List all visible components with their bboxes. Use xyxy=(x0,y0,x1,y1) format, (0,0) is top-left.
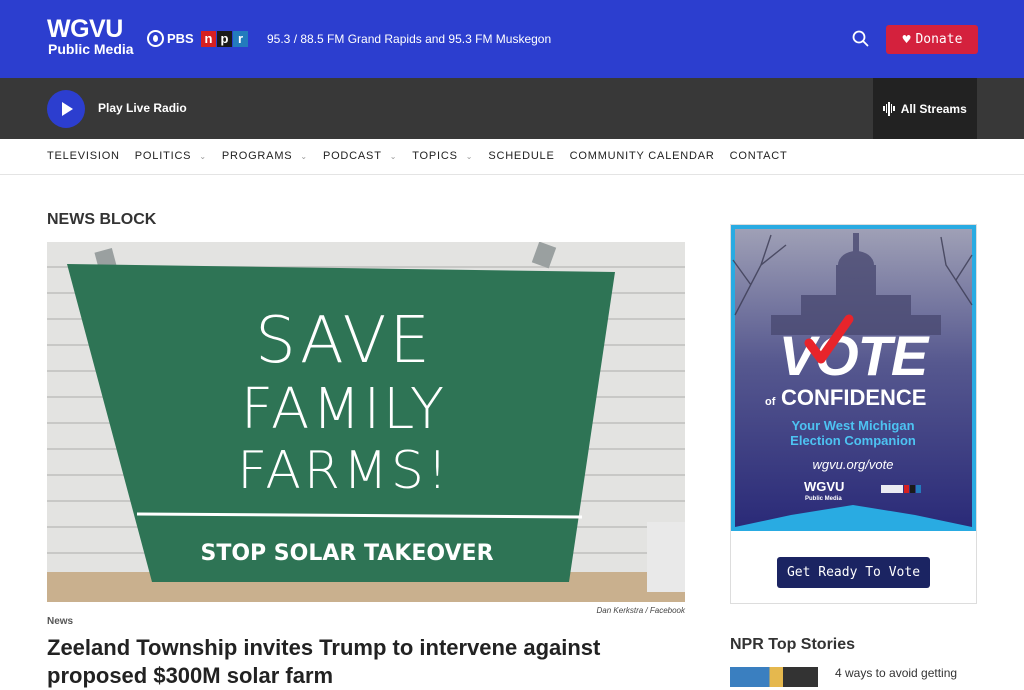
search-icon xyxy=(852,30,869,47)
story-kicker[interactable]: News xyxy=(47,616,73,627)
ad-vote-word: VOTE xyxy=(779,324,930,387)
nav-item-television[interactable]: TELEVISION xyxy=(47,150,120,162)
ad-url: wgvu.org/vote xyxy=(813,457,894,472)
chevron-down-icon: ⌄ xyxy=(389,151,398,161)
logo-sub-text: Public Media xyxy=(48,41,134,57)
site-header: WGVU Public Media PBS n p r 95.3 / 88.5 … xyxy=(0,0,1024,78)
hero-image[interactable]: SAVE FAMILY FARMS! STOP SOLAR TAKEOVER xyxy=(47,242,685,602)
search-button[interactable] xyxy=(851,29,871,49)
section-title: NEWS BLOCK xyxy=(47,211,157,228)
station-tagline: 95.3 / 88.5 FM Grand Rapids and 95.3 FM … xyxy=(267,32,552,46)
sign-line-1: SAVE xyxy=(255,304,433,378)
vote-of-confidence-ad[interactable]: VOTE of CONFIDENCE Your West Michigan El… xyxy=(730,224,977,604)
npr-logo[interactable]: n p r xyxy=(201,31,248,47)
chevron-down-icon: ⌄ xyxy=(465,151,474,161)
logo-main-text: WGVU xyxy=(47,15,123,43)
ad-of-label: of xyxy=(765,396,776,408)
npr-letter-n: n xyxy=(201,31,216,47)
play-live-radio-label[interactable]: Play Live Radio xyxy=(98,101,187,115)
ad-brand-sub: Public Media xyxy=(805,496,842,502)
audio-wave-icon xyxy=(883,101,895,116)
story-headline[interactable]: Zeeland Township invites Trump to interv… xyxy=(47,634,677,690)
sign-line-3: FARMS! xyxy=(237,441,451,501)
pbs-label: PBS xyxy=(167,31,194,46)
live-radio-bar: Play Live Radio All Streams xyxy=(0,78,1024,139)
all-streams-label: All Streams xyxy=(900,101,967,116)
main-nav: TELEVISION POLITICS ⌄ PROGRAMS ⌄ PODCAST ⌄ … xyxy=(0,139,1024,175)
chevron-down-icon: ⌄ xyxy=(300,151,308,161)
nav-item-politics[interactable]: POLITICS ⌄ xyxy=(135,150,207,162)
npr-story-link[interactable]: 4 ways to avoid getting xyxy=(835,666,957,680)
chevron-down-icon: ⌄ xyxy=(199,151,207,161)
nav-item-topics[interactable]: TOPICS ⌄ xyxy=(412,150,473,162)
get-ready-to-vote-button[interactable]: Get Ready To Vote xyxy=(777,557,930,588)
donate-label: Donate xyxy=(915,32,963,47)
ad-confidence: CONFIDENCE xyxy=(781,385,926,410)
nav-item-community-calendar[interactable]: COMMUNITY CALENDAR xyxy=(570,150,715,162)
all-streams-button[interactable]: All Streams xyxy=(873,78,977,139)
nav-item-contact[interactable]: CONTACT xyxy=(730,150,788,162)
nav-item-podcast[interactable]: PODCAST ⌄ xyxy=(323,150,397,162)
nav-item-schedule[interactable]: SCHEDULE xyxy=(488,150,554,162)
npr-top-stories-title: NPR Top Stories xyxy=(730,636,856,653)
nav-item-programs[interactable]: PROGRAMS ⌄ xyxy=(222,150,308,162)
heart-icon: ♥ xyxy=(901,33,912,46)
ad-line-2: Election Companion xyxy=(790,433,916,448)
npr-story-thumbnail[interactable] xyxy=(730,667,818,687)
ad-line-1: Your West Michigan xyxy=(791,418,914,433)
ad-brand-main: WGVU xyxy=(804,479,844,494)
play-button[interactable] xyxy=(47,90,85,128)
save-family-farms-sign-image: SAVE FAMILY FARMS! STOP SOLAR TAKEOVER xyxy=(47,242,685,602)
donate-button[interactable]: ♥ Donate xyxy=(886,25,978,54)
image-credit: Dan Kerkstra / Facebook xyxy=(596,606,685,615)
pbs-logo[interactable]: PBS xyxy=(147,30,194,47)
npr-letter-r: r xyxy=(233,31,248,47)
vote-ad-artwork: VOTE of CONFIDENCE Your West Michigan El… xyxy=(731,225,976,531)
sign-line-4: STOP SOLAR TAKEOVER xyxy=(200,541,493,566)
pbs-head-icon xyxy=(147,30,164,47)
npr-letter-p: p xyxy=(217,31,232,47)
wgvu-logo[interactable]: WGVU Public Media xyxy=(47,15,134,58)
sign-line-2: FAMILY xyxy=(241,377,447,442)
